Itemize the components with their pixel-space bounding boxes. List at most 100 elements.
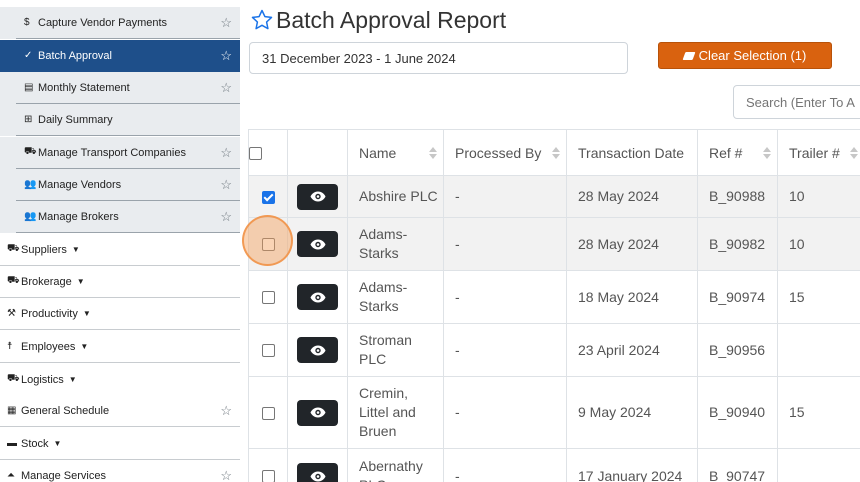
view-button[interactable] xyxy=(297,399,338,426)
action-header xyxy=(287,129,348,176)
caret-down-icon: ▼ xyxy=(82,309,91,318)
name-line: Abshire PLC xyxy=(359,188,438,204)
name-cell: Adams- Starks xyxy=(347,217,444,271)
sidebar-subitem-inner: ✓ Batch Approval xyxy=(16,40,240,72)
view-button[interactable] xyxy=(297,284,338,310)
sidebar-item-label: Stock xyxy=(21,437,49,450)
table-row[interactable]: Abernathy PLC -17 January 2024B_90747 xyxy=(248,448,860,482)
column-header-processed-by[interactable]: Processed By xyxy=(443,129,567,176)
name-line: Cremin, xyxy=(359,385,409,401)
favorite-star-icon[interactable]: ☆ xyxy=(220,48,232,64)
favorite-star-icon[interactable]: ☆ xyxy=(220,209,232,225)
sidebar-subitem-inner: ⊞ Daily Summary xyxy=(16,104,240,136)
person-icon: ☨ xyxy=(7,341,13,352)
ref-cell: B_90988 xyxy=(697,175,778,218)
favorite-star-icon[interactable] xyxy=(250,8,274,32)
caret-down-icon: ▼ xyxy=(80,342,89,351)
view-button[interactable] xyxy=(297,463,338,482)
view-cell xyxy=(287,448,348,482)
name-line: Starks xyxy=(359,245,399,261)
date-range-picker[interactable]: 31 December 2023 - 1 June 2024 xyxy=(249,42,628,74)
sidebar-subitem[interactable]: 👥 Manage Brokers ☆ xyxy=(0,201,240,233)
table-row[interactable]: Adams- Starks -18 May 2024 B_90974 15 xyxy=(248,270,860,324)
hammer-icon: ⚒ xyxy=(7,308,16,319)
sidebar-item-label: Manage Services xyxy=(21,469,106,482)
table-row[interactable]: Cremin, Littel and Bruen -9 May 2024 B_90940… xyxy=(248,376,860,449)
view-button[interactable] xyxy=(297,183,338,210)
processed-by-cell: - xyxy=(443,448,567,482)
view-cell xyxy=(287,217,348,271)
name-line: Stroman xyxy=(359,332,412,348)
sidebar-subitem[interactable]: ✓ Batch Approval ☆ xyxy=(0,40,240,72)
column-header-transaction-date[interactable]: Transaction Date xyxy=(566,129,698,176)
table-row[interactable]: Stroman PLC -23 April 2024 B_90956 xyxy=(248,323,860,377)
transaction-date-cell: 9 May 2024 xyxy=(566,376,698,449)
sidebar-item[interactable]: ⚒ Productivity ▼ xyxy=(0,298,240,330)
view-cell xyxy=(287,376,348,449)
name-line: Bruen xyxy=(359,423,397,439)
column-label: Ref # xyxy=(709,144,743,161)
select-all-checkbox[interactable] xyxy=(249,147,262,161)
clear-selection-button[interactable]: Clear Selection (1) xyxy=(658,42,832,69)
trailer-cell xyxy=(777,448,860,482)
sidebar-subitem-label: Capture Vendor Payments xyxy=(38,16,168,29)
name-line: Starks xyxy=(359,298,399,314)
column-header-ref[interactable]: Ref # xyxy=(697,129,778,176)
sidebar-item[interactable]: ☨ Employees ▼ xyxy=(0,331,240,363)
favorite-star-icon[interactable]: ☆ xyxy=(220,15,232,31)
sidebar-subitem[interactable]: ⊞ Daily Summary xyxy=(0,104,240,136)
sidebar-item[interactable]: ⛟ Logistics ▼ xyxy=(0,364,240,396)
page-title: Batch Approval Report xyxy=(250,4,506,36)
eye-icon xyxy=(310,471,325,481)
sidebar-item[interactable]: ⏶ Manage Services ☆ xyxy=(0,460,240,482)
sidebar-subitem[interactable]: $ Capture Vendor Payments ☆ xyxy=(0,7,240,39)
sort-icon xyxy=(552,146,560,159)
view-cell xyxy=(287,323,348,377)
row-checkbox[interactable] xyxy=(261,406,275,420)
sidebar-item[interactable]: ▬ Stock ▼ xyxy=(0,428,240,460)
sidebar-subitem[interactable]: ⛟ Manage Transport Companies ☆ xyxy=(0,137,240,169)
name-cell: Cremin, Littel and Bruen xyxy=(347,376,444,449)
sidebar-divider xyxy=(240,0,248,482)
list-alt-icon: ▤ xyxy=(24,82,34,93)
column-header-name[interactable]: Name xyxy=(347,129,444,176)
row-checkbox[interactable] xyxy=(261,291,275,305)
select-cell xyxy=(248,217,288,271)
page-title-text: Batch Approval Report xyxy=(276,6,507,33)
sidebar-item[interactable]: ▦ General Schedule ☆ xyxy=(0,395,240,427)
sidebar-subitem-label: Daily Summary xyxy=(38,113,113,126)
sidebar-subitem[interactable]: 👥 Manage Vendors ☆ xyxy=(0,169,240,201)
name-cell: Abshire PLC xyxy=(347,175,444,218)
favorite-star-icon[interactable]: ☆ xyxy=(220,468,232,482)
sidebar-item[interactable]: ⛟ Suppliers ▼ xyxy=(0,234,240,266)
eye-icon xyxy=(310,345,325,355)
table-row[interactable]: Abshire PLC -28 May 2024 B_90988 10 xyxy=(248,175,860,218)
sidebar-subitem[interactable]: ▤ Monthly Statement ☆ xyxy=(0,72,240,104)
eye-icon xyxy=(310,292,325,302)
processed-by-cell: - xyxy=(443,323,567,377)
favorite-star-icon[interactable]: ☆ xyxy=(220,145,232,161)
sidebar-subitem-inner: ⛟ Manage Transport Companies xyxy=(16,137,240,169)
row-checkbox[interactable] xyxy=(261,470,275,482)
sidebar-item[interactable]: ⛟ Brokerage ▼ xyxy=(0,266,240,298)
sidebar-subitem-label: Monthly Statement xyxy=(38,81,130,94)
view-button[interactable] xyxy=(297,231,338,257)
favorite-star-icon[interactable]: ☆ xyxy=(220,80,232,96)
favorite-star-icon[interactable]: ☆ xyxy=(220,177,232,193)
table-row[interactable]: Adams- Starks -28 May 2024 B_90982 10 xyxy=(248,217,860,271)
name-line: Littel and xyxy=(359,404,416,420)
view-button[interactable] xyxy=(297,337,338,363)
eye-icon xyxy=(310,191,325,202)
column-header-trailer[interactable]: Trailer # xyxy=(777,129,860,176)
search-input[interactable] xyxy=(733,85,860,119)
sidebar-item-label: Logistics xyxy=(21,373,64,386)
truck-loading-icon: ⛟ xyxy=(7,243,20,254)
row-checkbox[interactable] xyxy=(261,190,275,204)
eraser-icon xyxy=(682,51,696,60)
row-checkbox[interactable] xyxy=(261,238,275,252)
favorite-star-icon[interactable]: ☆ xyxy=(220,403,232,419)
sidebar-item-label: Suppliers xyxy=(21,243,67,256)
ship-icon: ⏶ xyxy=(7,470,15,481)
pallet-icon: ▬ xyxy=(7,438,17,449)
row-checkbox[interactable] xyxy=(261,344,275,358)
